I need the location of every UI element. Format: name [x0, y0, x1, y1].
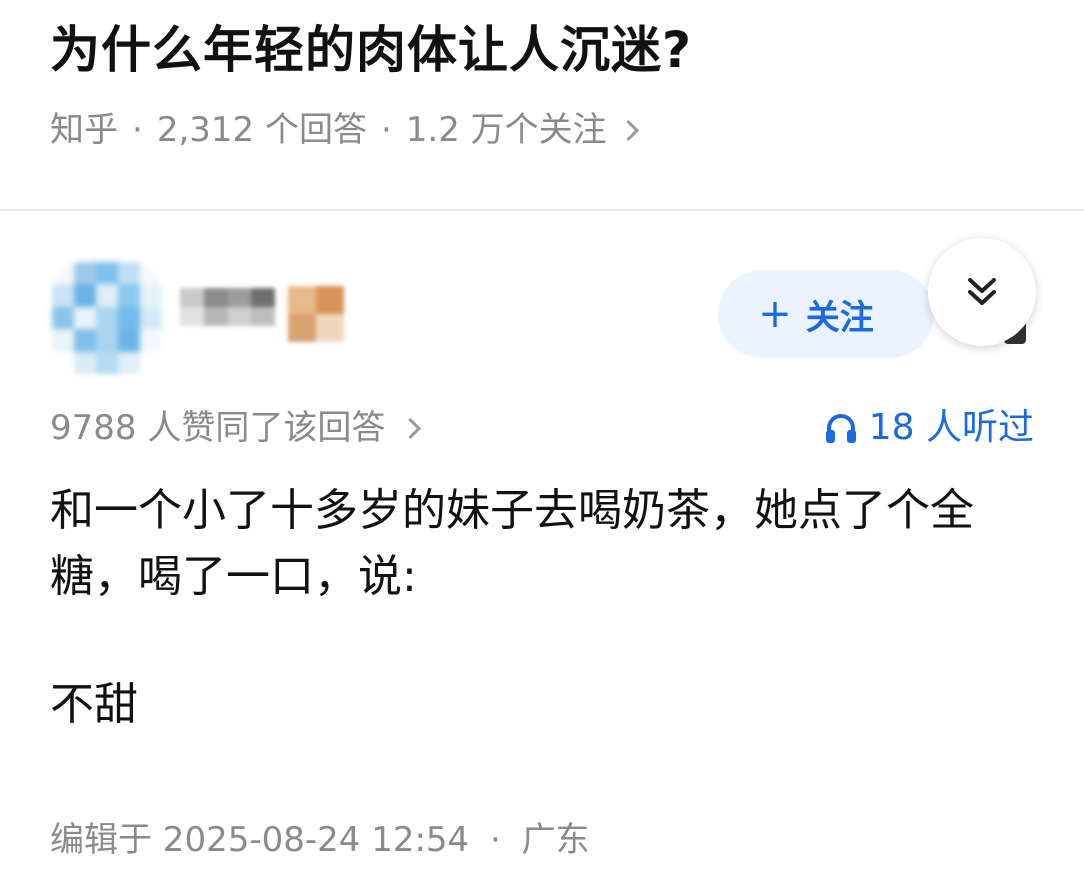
- listen-button[interactable]: 18 人听过: [823, 404, 1034, 452]
- section-divider: [0, 209, 1084, 211]
- author-name[interactable]: [180, 288, 275, 326]
- vote-count: 9788 人赞同了该回答: [50, 408, 386, 448]
- answer-count: 2,312 个回答: [156, 110, 367, 150]
- edit-location: 广东: [521, 820, 590, 860]
- vote-summary[interactable]: 9788 人赞同了该回答: [50, 404, 422, 452]
- meta-separator: ·: [380, 110, 392, 150]
- question-meta[interactable]: 知乎 · 2,312 个回答 · 1.2 万个关注: [50, 106, 639, 154]
- answer-content[interactable]: 和一个小了十多岁的妹子去喝奶茶，她点了个全糖，喝了一口，说: 不甜: [50, 478, 1040, 738]
- double-chevron-down-icon: [968, 278, 996, 305]
- listen-count: 18 人听过: [868, 407, 1034, 448]
- edit-time: 编辑于 2025-08-24 12:54: [50, 820, 470, 860]
- headphones-icon: [825, 414, 856, 443]
- chevron-right-icon: [617, 119, 639, 141]
- follow-label: 关注: [805, 297, 874, 338]
- plus-icon: +: [758, 291, 792, 337]
- source-label: 知乎: [50, 110, 118, 150]
- edit-separator: ·: [490, 820, 501, 860]
- follower-count: 1.2 万个关注: [405, 110, 607, 150]
- meta-separator: ·: [132, 110, 143, 150]
- follow-button[interactable]: + 关注: [718, 270, 934, 358]
- avatar[interactable]: [52, 262, 162, 374]
- author-badge: [288, 286, 344, 342]
- answer-paragraph: 不甜: [50, 679, 138, 730]
- answer-paragraph: 和一个小了十多岁的妹子去喝奶茶，她点了个全糖，喝了一口，说:: [50, 485, 974, 602]
- question-title[interactable]: 为什么年轻的肉体让人沉迷?: [50, 18, 692, 82]
- collapse-button[interactable]: [928, 238, 1036, 346]
- chevron-right-icon: [400, 417, 422, 439]
- edit-info: 编辑于 2025-08-24 12:54 · 广东: [50, 816, 590, 864]
